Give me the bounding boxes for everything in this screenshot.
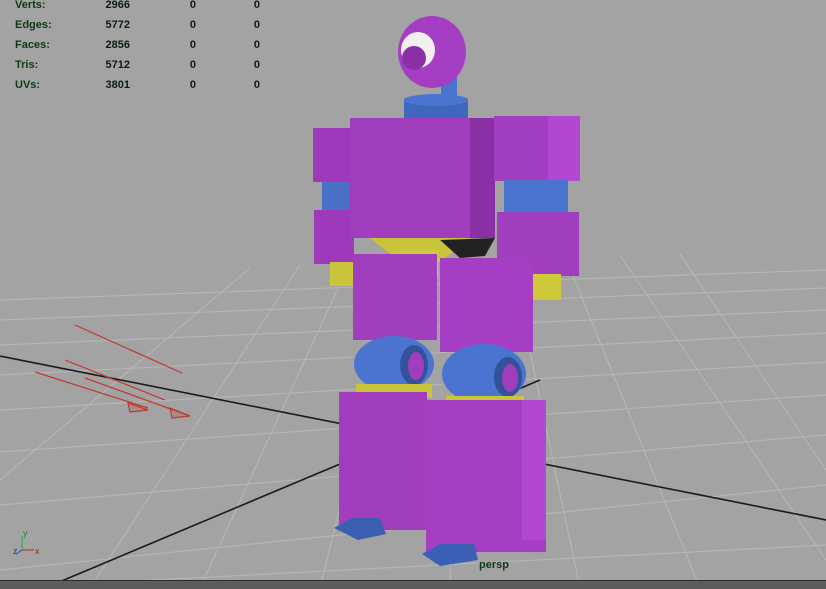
hud-value: 2966 [105,0,130,11]
hud-value: 0 [189,39,196,51]
hud-value: 0 [253,0,260,11]
hud-row-tris: Tris: 5712 0 0 [0,59,270,80]
robot-model[interactable] [313,16,580,566]
hud-row-edges: Edges: 5772 0 0 [0,19,270,40]
hud-value: 2856 [105,39,130,51]
robot-upper-legs[interactable] [353,254,533,352]
hud-label: Edges: [15,19,52,31]
hud-value: 0 [189,59,196,71]
hud-label: Faces: [15,39,50,51]
hud-value: 0 [189,79,196,91]
axis-z-label: z [13,546,18,556]
hud-value: 0 [253,39,260,51]
3d-viewport[interactable]: Verts: 2966 0 0 Edges: 5772 0 0 Faces: 2… [0,0,826,588]
camera-name-label: persp [479,559,509,571]
hud-value: 5772 [105,19,130,31]
hud-value: 3801 [105,79,130,91]
robot-head[interactable] [398,16,468,124]
hud-row-faces: Faces: 2856 0 0 [0,39,270,60]
axis-orientation-gizmo: y z x [13,528,40,556]
hud-value: 0 [189,0,196,11]
hud-label: UVs: [15,79,41,91]
hud-value: 0 [189,19,196,31]
hud-row-uvs: UVs: 3801 0 0 [0,79,270,100]
hud-label: Verts: [15,0,46,11]
hud-value: 0 [253,79,260,91]
hud-row-verts: Verts: 2966 0 0 [0,0,270,20]
robot-left-arm[interactable] [313,128,354,286]
hud-label: Tris: [15,59,39,71]
hud-value: 0 [253,59,260,71]
axis-x-label: x [35,546,40,556]
poly-count-hud: Verts: 2966 0 0 Edges: 5772 0 0 Faces: 2… [0,0,270,100]
hud-value: 0 [253,19,260,31]
hud-value: 5712 [105,59,130,71]
axis-y-label: y [23,528,28,538]
